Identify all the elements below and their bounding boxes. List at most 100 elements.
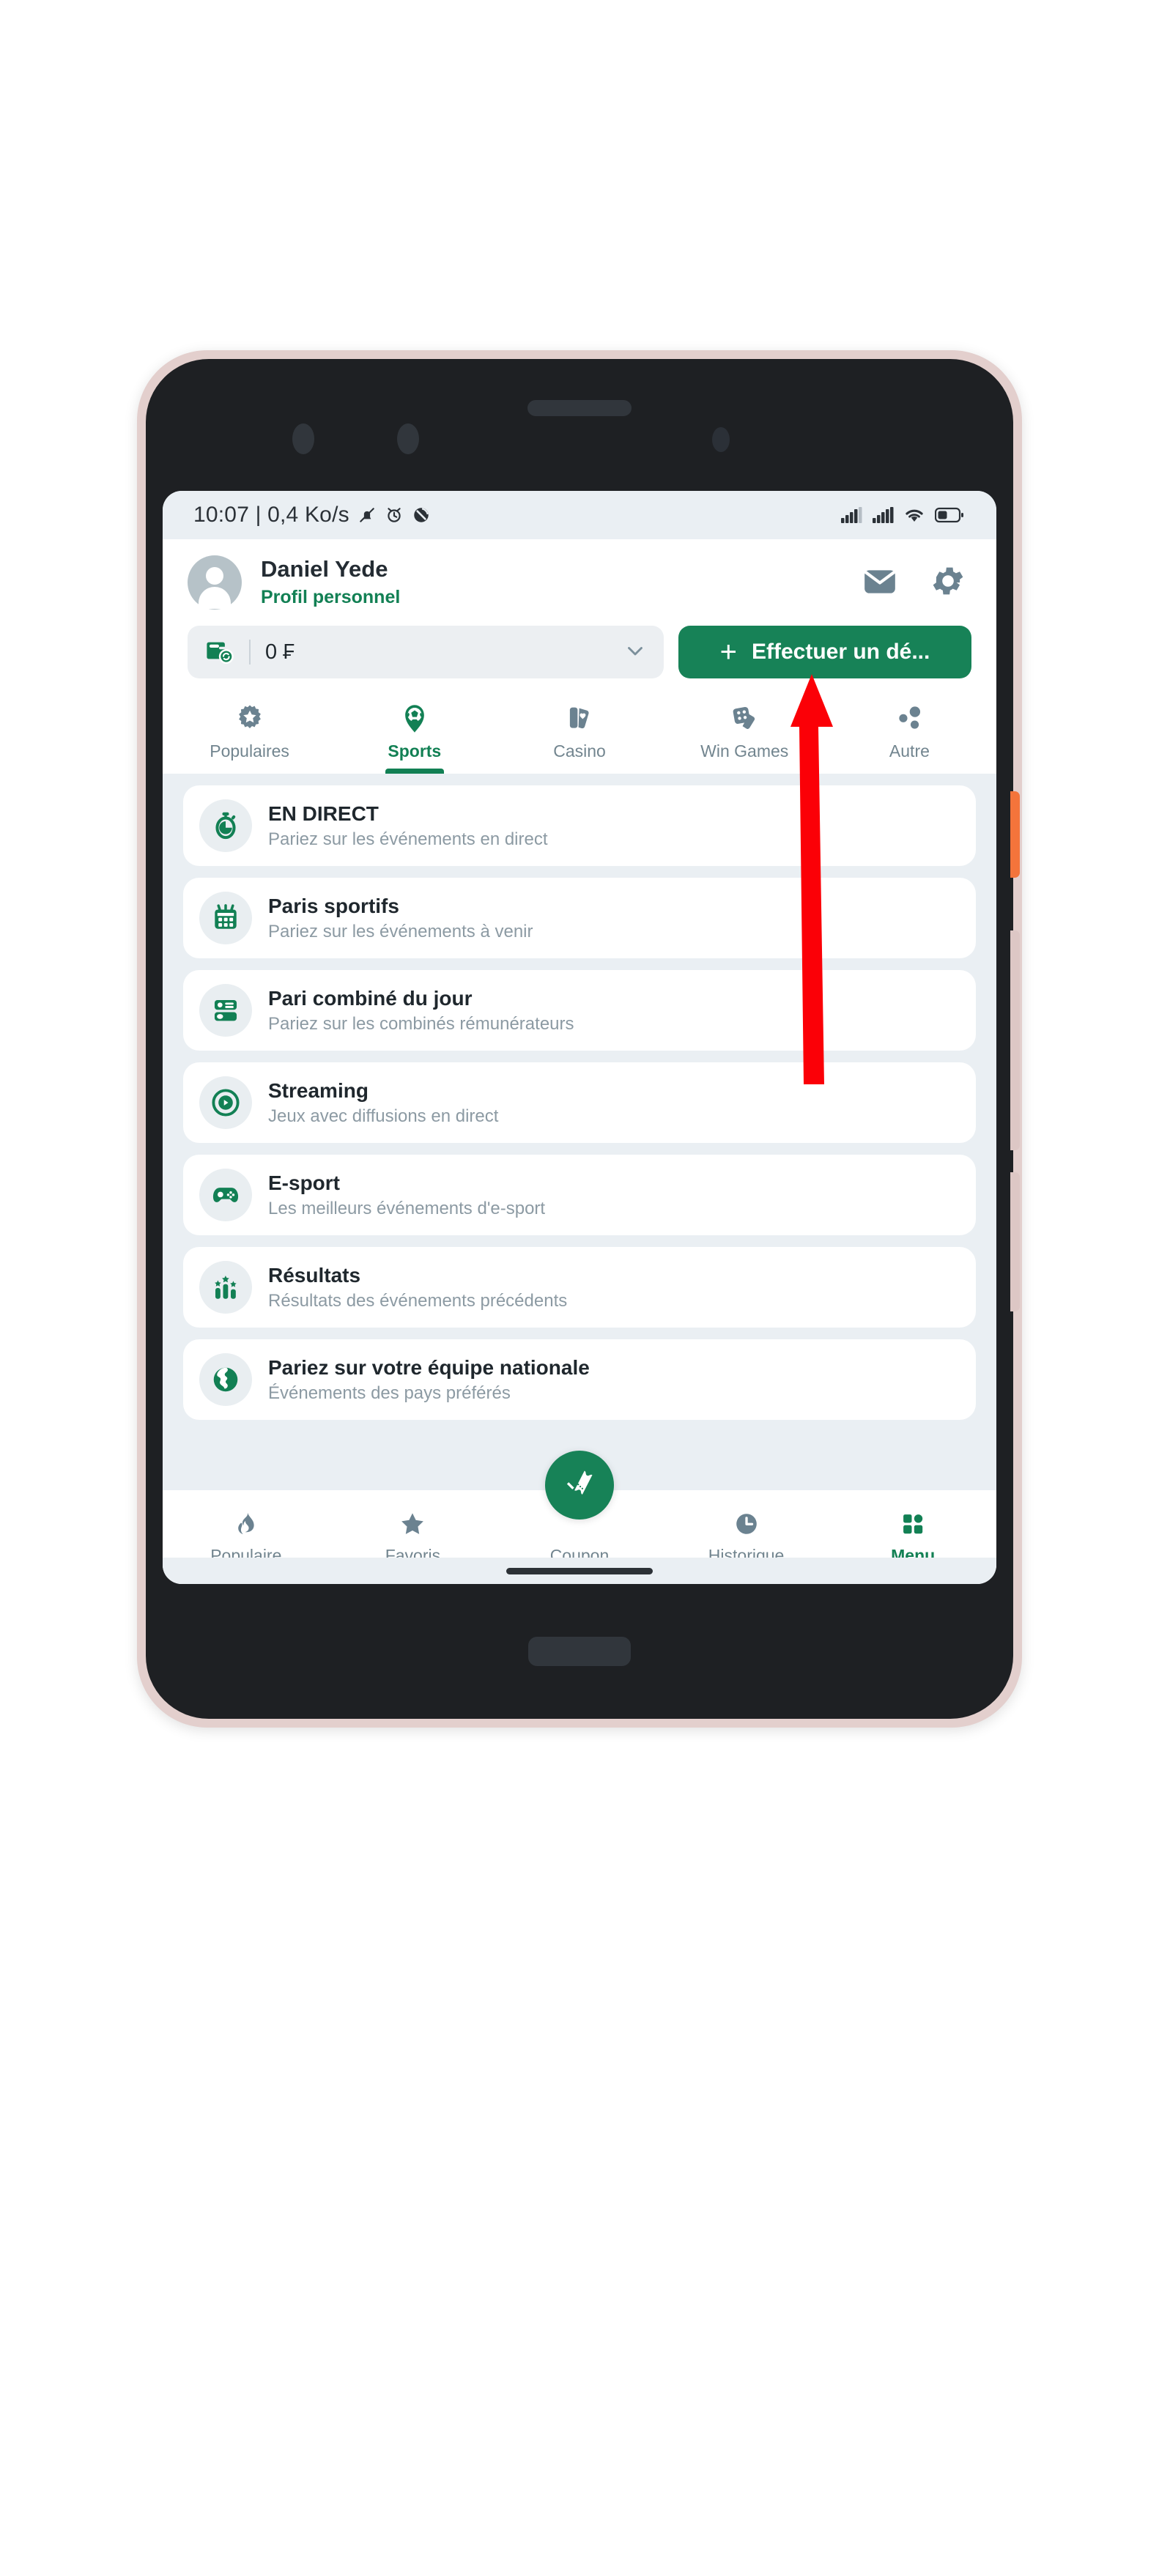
gesture-bar[interactable] [506,1567,653,1574]
menu-item-title: E-sport [268,1171,340,1194]
tab-casino[interactable]: Casino [497,695,662,774]
balance-value: 0 ₣ [265,640,295,664]
globe-icon [199,1353,252,1406]
star-burst-icon [234,700,265,737]
menu-item-equipe-nationale[interactable]: Pariez sur votre équipe nationale Événem… [183,1339,976,1420]
flame-icon [233,1508,259,1540]
tab-autre[interactable]: Autre [827,695,992,774]
bottom-speaker-grille [528,1637,631,1666]
menu-item-text: Pariez sur votre équipe nationale Événem… [268,1355,590,1404]
menu-item-paris-sportifs[interactable]: Paris sportifs Pariez sur les événements… [183,878,976,958]
star-icon [399,1508,426,1540]
proximity-sensor-icon [712,427,730,452]
plus-icon: + [719,636,737,668]
menu-item-text: E-sport Les meilleurs événements d'e-spo… [268,1170,545,1220]
phone-body: 10:07 | 0,4 Ko/s Daniel Yede Profil pers… [146,359,1020,1719]
menu-item-streaming[interactable]: Streaming Jeux avec diffusions en direct [183,1062,976,1143]
front-camera-icon [292,423,314,454]
front-camera-secondary-icon [397,423,419,454]
dnd-icon [412,506,431,525]
profile-text: Daniel Yede Profil personnel [261,556,862,609]
menu-item-resultats[interactable]: Résultats Résultats des événements précé… [183,1247,976,1328]
football-icon [399,700,431,737]
menu-item-pari-combine[interactable]: Pari combiné du jour Pariez sur les comb… [183,970,976,1051]
status-bar: 10:07 | 0,4 Ko/s [163,491,996,539]
wallet-refresh-icon [204,635,234,670]
avatar-head-shape [206,567,223,585]
gear-icon[interactable] [929,562,967,604]
deposit-button-label: Effectuer un dé... [751,640,930,664]
phone-screen: 10:07 | 0,4 Ko/s Daniel Yede Profil pers… [163,491,996,1584]
dice-cards-icon [729,700,760,737]
avatar[interactable] [188,555,242,610]
header-panel: Daniel Yede Profil personnel 0 ₣ + Effec… [163,539,996,695]
tab-win-games[interactable]: Win Games [662,695,827,774]
status-bar-left: 10:07 | 0,4 Ko/s [193,503,431,528]
stopwatch-icon [199,799,252,852]
menu-item-text: Pari combiné du jour Pariez sur les comb… [268,985,574,1035]
clock-icon [733,1508,760,1540]
podium-stars-icon [199,1261,252,1314]
signal-1-icon [840,506,862,524]
profile-row[interactable]: Daniel Yede Profil personnel [188,539,971,626]
tab-populaires[interactable]: Populaires [167,695,332,774]
slip-list-icon [199,984,252,1037]
status-clock: 10:07 | 0,4 Ko/s [193,503,349,527]
grid-icon [900,1508,926,1540]
balance-selector[interactable]: 0 ₣ [188,626,664,678]
profile-subtitle[interactable]: Profil personnel [261,585,862,610]
menu-item-e-sport[interactable]: E-sport Les meilleurs événements d'e-spo… [183,1155,976,1235]
play-circle-icon [199,1076,252,1129]
dots-cluster-icon [894,700,925,737]
menu-item-title: Streaming [268,1078,369,1102]
playing-cards-icon [564,700,595,737]
balance-divider [249,640,251,665]
header-actions [862,562,971,604]
status-bar-right [840,506,964,524]
category-tabs: Populaires Sports Casino Win Games Autre [163,695,996,774]
menu-item-title: Paris sportifs [268,894,399,917]
menu-item-subtitle: Jeux avec diffusions en direct [268,1106,499,1126]
menu-item-subtitle: Pariez sur les événements en direct [268,829,548,849]
earpiece-speaker [527,400,632,416]
coupon-fab-button[interactable] [545,1451,614,1520]
menu-item-text: Résultats Résultats des événements précé… [268,1262,567,1312]
menu-item-text: EN DIRECT Pariez sur les événements en d… [268,801,548,851]
calendar-icon [199,892,252,944]
alarm-icon [385,506,404,525]
gesture-bar-area [163,1558,996,1584]
menu-item-subtitle: Pariez sur les événements à venir [268,921,533,941]
tab-label: Casino [553,741,606,760]
ticket-icon [566,1470,593,1495]
chevron-down-icon[interactable] [623,638,648,667]
menu-item-text: Streaming Jeux avec diffusions en direct [268,1078,498,1128]
phone-frame: 10:07 | 0,4 Ko/s Daniel Yede Profil pers… [137,350,1022,1728]
menu-item-text: Paris sportifs Pariez sur les événements… [268,893,533,943]
signal-2-icon [872,506,894,524]
power-button[interactable] [1010,791,1020,878]
menu-item-subtitle: Événements des pays préférés [268,1383,511,1403]
menu-item-en-direct[interactable]: EN DIRECT Pariez sur les événements en d… [183,785,976,866]
tab-label: Win Games [700,741,789,760]
active-tab-underline [385,769,444,774]
mail-icon[interactable] [862,563,898,603]
avatar-body-shape [199,587,231,609]
tab-label: Sports [388,741,442,760]
tab-sports[interactable]: Sports [332,695,497,774]
menu-item-title: Pariez sur votre équipe nationale [268,1355,590,1379]
volume-rocker-lower[interactable] [1010,1172,1020,1311]
profile-name: Daniel Yede [261,555,388,582]
menu-list: EN DIRECT Pariez sur les événements en d… [163,774,996,1420]
deposit-button[interactable]: + Effectuer un dé... [678,626,971,678]
balance-row: 0 ₣ + Effectuer un dé... [188,626,971,695]
menu-item-title: EN DIRECT [268,802,379,825]
menu-item-subtitle: Résultats des événements précédents [268,1290,568,1311]
gamepad-icon [199,1169,252,1221]
volume-rocker[interactable] [1010,930,1020,1150]
tab-label: Populaires [210,741,289,760]
tab-label: Autre [889,741,930,760]
menu-item-subtitle: Les meilleurs événements d'e-sport [268,1198,546,1218]
wifi-icon [903,506,925,524]
menu-item-subtitle: Pariez sur les combinés rémunérateurs [268,1013,574,1034]
battery-icon [935,507,964,523]
